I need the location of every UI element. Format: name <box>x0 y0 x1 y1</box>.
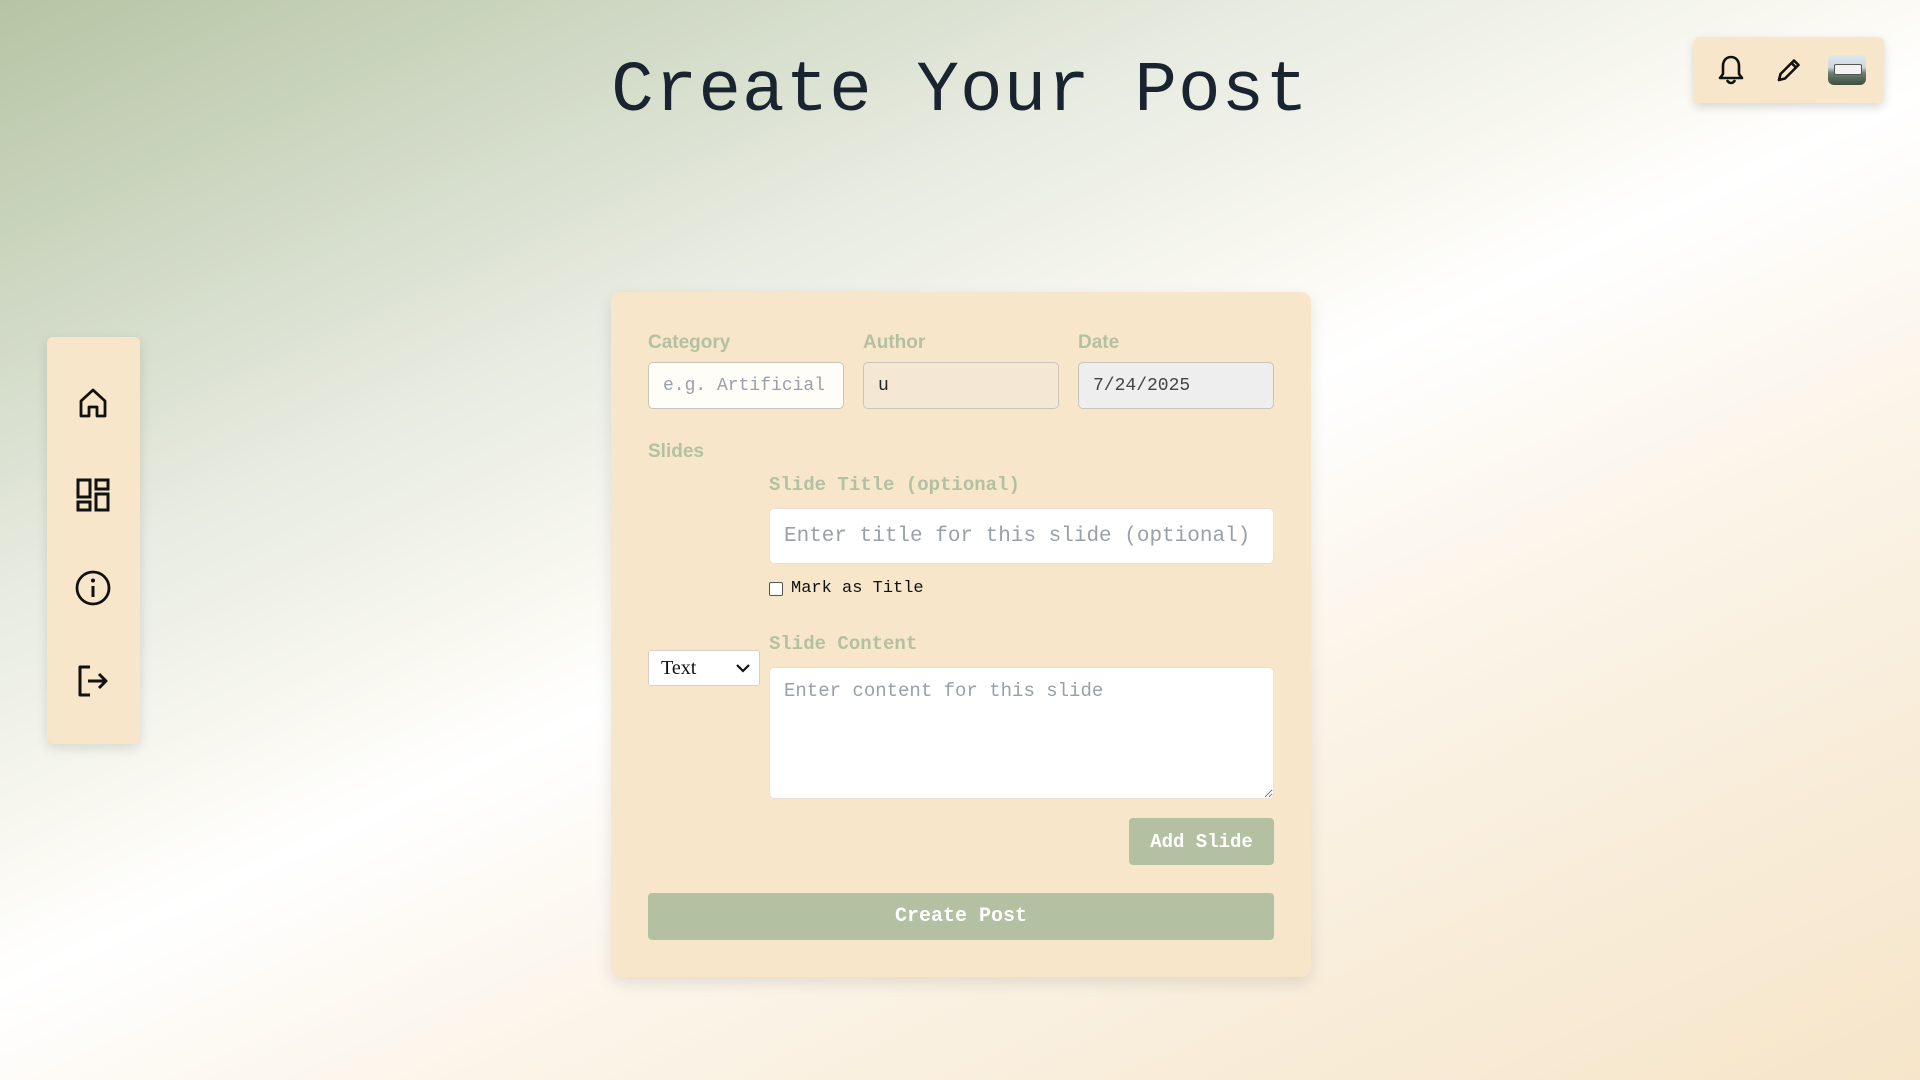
sidebar-item-dashboard[interactable] <box>73 475 113 515</box>
sidebar-item-info[interactable] <box>73 568 113 608</box>
home-icon <box>79 388 107 418</box>
slides-label: Slides <box>648 441 704 462</box>
sidebar <box>47 337 140 744</box>
slide-content-label: Slide Content <box>769 633 918 655</box>
date-input[interactable] <box>1078 362 1274 409</box>
bell-icon <box>1718 55 1744 85</box>
page-title: Create Your Post <box>611 52 1309 132</box>
info-icon <box>75 570 111 606</box>
pencil-icon <box>1777 59 1800 82</box>
slide-type-select[interactable]: Text <box>648 650 760 686</box>
category-input[interactable] <box>648 362 844 409</box>
mark-as-title-label: Mark as Title <box>791 579 924 598</box>
mark-as-title-row: Mark as Title <box>769 579 924 598</box>
slide-content-textarea[interactable] <box>769 667 1274 799</box>
category-label: Category <box>648 332 731 353</box>
top-toolbar <box>1694 37 1884 103</box>
sidebar-item-logout[interactable] <box>73 661 113 701</box>
dashboard-icon <box>76 478 110 512</box>
avatar <box>1828 55 1866 85</box>
add-slide-button[interactable]: Add Slide <box>1129 818 1274 865</box>
slide-title-label: Slide Title (optional) <box>769 474 1020 496</box>
date-label: Date <box>1078 332 1120 353</box>
mark-as-title-checkbox[interactable] <box>769 581 783 596</box>
sidebar-item-home[interactable] <box>73 383 113 423</box>
profile-button[interactable] <box>1827 50 1867 90</box>
notifications-button[interactable] <box>1711 50 1751 90</box>
create-post-button[interactable]: Create Post <box>648 893 1274 940</box>
create-post-form: Category Author Date Slides Text Slide T… <box>611 292 1311 977</box>
author-input[interactable] <box>863 362 1059 409</box>
logout-icon <box>78 665 108 697</box>
slide-title-input[interactable] <box>769 508 1274 564</box>
slide-type-value: Text <box>661 656 697 679</box>
author-label: Author <box>863 332 926 353</box>
edit-button[interactable] <box>1769 50 1809 90</box>
chevron-down-icon <box>736 664 750 673</box>
